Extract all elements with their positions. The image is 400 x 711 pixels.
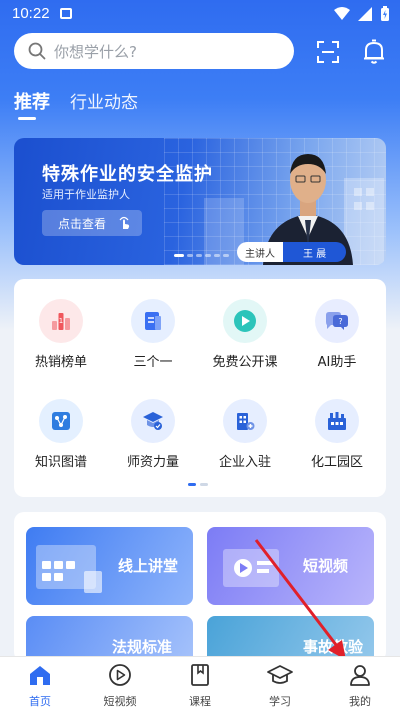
feature-label: 线上讲堂 [118, 557, 179, 575]
tab-active-indicator [18, 117, 36, 120]
grid-label: 知识图谱 [34, 455, 87, 470]
enterprise-icon [223, 399, 267, 443]
hot-list-icon: 1 [39, 299, 83, 343]
search-icon [28, 42, 46, 60]
nav-profile[interactable]: 我的 [330, 663, 390, 709]
factory-icon [315, 399, 359, 443]
banner-cta-label: 点击查看 [58, 216, 107, 231]
grid-item-ai-assistant[interactable]: ? AI助手 [292, 299, 382, 370]
banner-subtitle: 适用于作业监护人 [42, 188, 130, 201]
status-time: 10:22 [12, 5, 50, 22]
search-input[interactable]: 你想学什么? [14, 33, 294, 69]
nav-label: 学习 [269, 695, 291, 708]
study-icon [267, 665, 293, 684]
status-indicators [334, 6, 390, 22]
grid-item-enterprise[interactable]: 企业入驻 [200, 399, 290, 470]
lecturer-label: 主讲人 [237, 242, 283, 262]
grid-item-chemical-park[interactable]: 化工园区 [292, 399, 382, 470]
search-placeholder: 你想学什么? [54, 42, 137, 61]
promo-banner[interactable]: 特殊作业的安全监护 适用于作业监护人 点击查看 主讲人 王 晨 [14, 138, 386, 265]
quick-access-grid: 1 热销榜单 三个一 免费公开课 ? AI助手 知识图谱 师资力量 企业入驻 化… [14, 279, 386, 497]
nav-short-video[interactable]: 短视频 [90, 663, 150, 709]
banner-pagination [174, 254, 229, 257]
lecture-illustration [36, 545, 102, 593]
grid-item-hot-list[interactable]: 1 热销榜单 [16, 299, 106, 370]
play-icon [223, 299, 267, 343]
bottom-navigation: 首页 短视频 课程 学习 我的 [0, 656, 400, 711]
graph-icon [39, 399, 83, 443]
grid-label: 免费公开课 [212, 355, 278, 370]
banner-view-button[interactable]: 点击查看 [42, 210, 142, 236]
video-illustration [223, 549, 279, 587]
profile-icon [350, 665, 370, 686]
image-notification-icon [60, 8, 72, 19]
svg-text:?: ? [338, 317, 342, 326]
course-icon [191, 664, 209, 686]
feature-label: 法规标准 [112, 638, 173, 656]
grid-item-knowledge-graph[interactable]: 知识图谱 [16, 399, 106, 470]
nav-home[interactable]: 首页 [10, 663, 70, 709]
grid-pagination [188, 483, 208, 486]
grid-item-free-course[interactable]: 免费公开课 [200, 299, 290, 370]
feature-label: 短视频 [303, 557, 349, 575]
feature-online-lecture[interactable]: 线上讲堂 [26, 527, 193, 605]
grid-item-three-ones[interactable]: 三个一 [108, 299, 198, 370]
grid-label: 热销榜单 [34, 355, 87, 370]
nav-label: 课程 [189, 695, 211, 708]
feature-short-video[interactable]: 短视频 [207, 527, 374, 605]
grid-label: 三个一 [133, 355, 173, 370]
grid-label: 师资力量 [126, 455, 179, 470]
teacher-icon [131, 399, 175, 443]
status-bar: 10:22 [0, 0, 400, 28]
feature-section: 线上讲堂 短视频 法规标准 事故教验 [14, 512, 386, 662]
home-icon [30, 666, 50, 685]
scan-icon[interactable] [316, 40, 340, 64]
battery-icon [381, 6, 389, 21]
notification-bell-icon[interactable] [362, 39, 386, 65]
nav-label: 首页 [29, 695, 51, 708]
nav-label: 短视频 [103, 695, 137, 708]
lecturer-tag: 主讲人 王 晨 [237, 242, 347, 262]
nav-course[interactable]: 课程 [170, 663, 230, 709]
tab-industry-news[interactable]: 行业动态 [70, 88, 138, 113]
document-icon [131, 299, 175, 343]
wifi-icon [334, 7, 350, 20]
tab-recommend[interactable]: 推荐 [14, 88, 50, 114]
grid-label: AI助手 [317, 355, 357, 370]
nav-study[interactable]: 学习 [250, 663, 310, 709]
tap-hand-icon [119, 216, 130, 229]
grid-label: 化工园区 [310, 455, 363, 470]
signal-icon [358, 7, 372, 21]
feature-label: 事故教验 [303, 638, 364, 656]
lecturer-name: 王 晨 [283, 242, 347, 262]
svg-text:1: 1 [59, 317, 63, 325]
video-icon [109, 664, 131, 686]
grid-item-teachers[interactable]: 师资力量 [108, 399, 198, 470]
banner-title: 特殊作业的安全监护 [42, 164, 213, 185]
grid-label: 企业入驻 [218, 455, 271, 470]
nav-label: 我的 [349, 695, 371, 708]
ai-chat-icon: ? [315, 299, 359, 343]
